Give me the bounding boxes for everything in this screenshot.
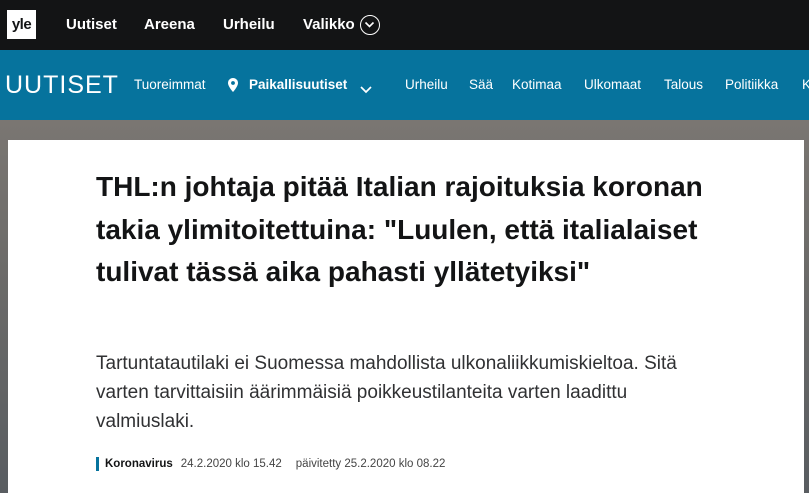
article-updated-date: päivitetty 25.2.2020 klo 08.22 xyxy=(295,458,446,470)
topnav-urheilu[interactable]: Urheilu xyxy=(223,16,275,33)
nav-talous[interactable]: Talous xyxy=(664,77,703,92)
nav-paikallisuutiset[interactable]: Paikallisuutiset xyxy=(249,77,347,92)
location-pin-icon xyxy=(228,78,238,97)
chevron-down-icon[interactable] xyxy=(360,81,372,99)
yle-top-bar: yle Uutiset Areena Urheilu Valikko xyxy=(0,0,809,50)
article-lead: Tartuntatautilaki ei Suomessa mahdollist… xyxy=(96,353,677,432)
yle-logo[interactable]: yle xyxy=(7,10,36,39)
article-meta: Koronavirus 24.2.2020 klo 15.42 päivitet… xyxy=(96,456,445,472)
nav-politiikka[interactable]: Politiikka xyxy=(725,77,778,92)
topnav-areena[interactable]: Areena xyxy=(144,16,195,33)
nav-tuoreimmat[interactable]: Tuoreimmat xyxy=(134,77,206,92)
uutiset-nav-bar: UUTISET Tuoreimmat Paikallisuutiset Urhe… xyxy=(0,50,809,120)
chevron-down-circle-icon[interactable] xyxy=(360,15,380,35)
topnav-uutiset[interactable]: Uutiset xyxy=(66,16,117,33)
nav-urheilu[interactable]: Urheilu xyxy=(405,77,448,92)
nav-ulkomaat[interactable]: Ulkomaat xyxy=(584,77,641,92)
article-published-date: 24.2.2020 klo 15.42 xyxy=(180,458,282,470)
article-category-link[interactable]: Koronavirus xyxy=(105,458,173,470)
uutiset-logo[interactable]: UUTISET xyxy=(5,71,119,100)
topnav-valikko[interactable]: Valikko xyxy=(303,16,355,33)
category-accent-bar xyxy=(96,457,99,471)
nav-k-truncated[interactable]: K xyxy=(802,77,809,92)
article-card: THL:n johtaja pitää Italian rajoituksia … xyxy=(8,140,804,493)
nav-saa[interactable]: Sää xyxy=(469,77,493,92)
article-headline: THL:n johtaja pitää Italian rajoituksia … xyxy=(96,171,703,287)
nav-kotimaa[interactable]: Kotimaa xyxy=(512,77,562,92)
